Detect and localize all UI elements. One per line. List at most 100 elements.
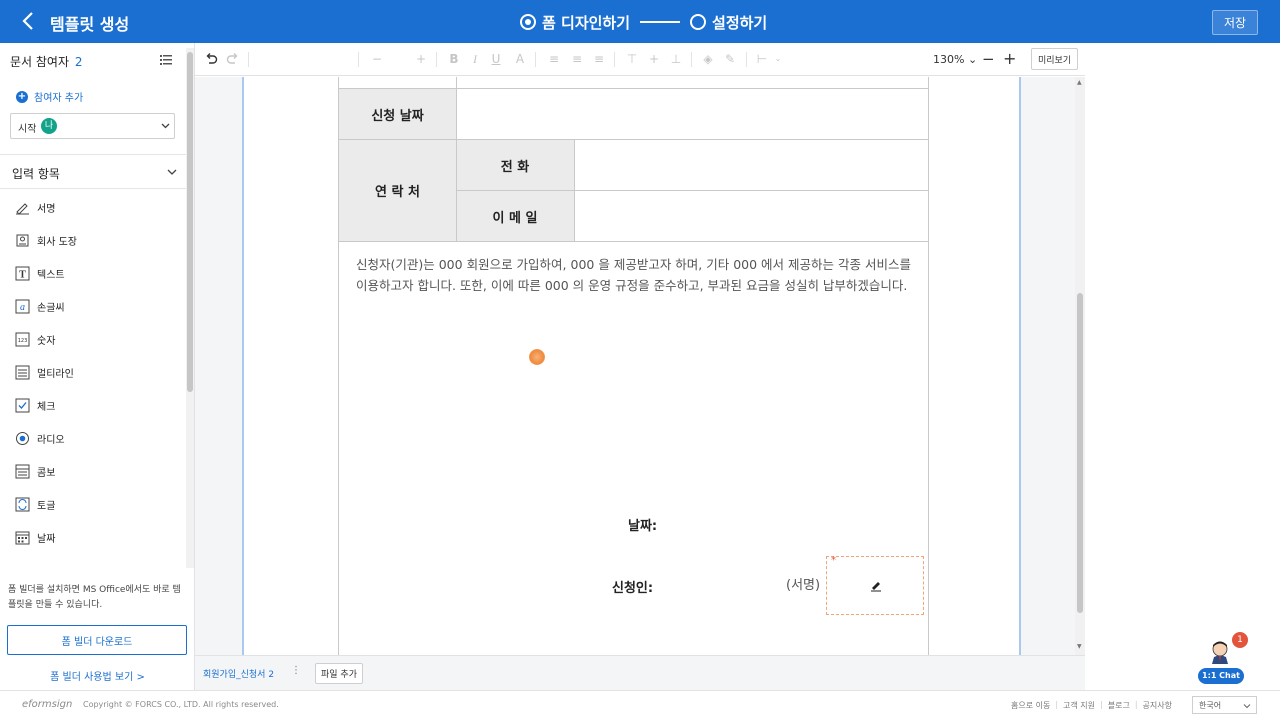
fill-color-icon[interactable]: ◈ [701, 52, 715, 66]
applicant-label: 신청인: [612, 581, 654, 596]
editor-toolbar: − + B I U A ≡ ≡ ≡ ⊤ + ⊥ ◈ ✎ ⊢ ⌄ 130% ⌄ −… [195, 43, 1085, 76]
item-handwriting[interactable]: a 손글씨 [0, 290, 186, 323]
toggle-icon [15, 497, 30, 512]
form-builder-note: 폼 빌더를 설치하면 MS Office에서도 바로 템플릿을 만들 수 있습니… [8, 585, 181, 610]
left-sidebar: 문서 참여자 2 + 참여자 추가 시작 나 입력 항목 서명 회사 도장 T … [0, 43, 195, 690]
scroll-up-icon[interactable]: ▲ [1077, 79, 1082, 86]
table-bottom-rule [339, 241, 929, 242]
combo-icon [15, 464, 30, 479]
plus-circle-icon: + [16, 90, 28, 103]
page-title: 템플릿 생성 [50, 15, 130, 34]
zoom-value: 130% [933, 53, 965, 66]
form-builder-download-button[interactable]: 폼 빌더 다운로드 [7, 625, 187, 655]
item-number[interactable]: 123 숫자 [0, 323, 186, 356]
step-settings[interactable]: 설정하기 [712, 12, 767, 33]
footer-link-notice[interactable]: 공지사항 [1138, 700, 1177, 711]
toolbar-separator [614, 52, 615, 67]
save-button[interactable]: 저장 [1212, 10, 1258, 35]
chevron-down-icon[interactable] [167, 167, 177, 177]
chevron-down-icon: ⌄ [967, 53, 978, 66]
email-field[interactable] [574, 190, 929, 241]
footer-links: 홈으로 이동 | 고객 지원 | 블로그 | 공지사항 [1006, 700, 1177, 711]
align-center-icon[interactable]: ≡ [570, 52, 584, 66]
item-label: 토글 [37, 501, 56, 512]
item-toggle[interactable]: 토글 [0, 488, 186, 521]
scroll-down-icon[interactable]: ▼ [1077, 643, 1082, 650]
step-form-design[interactable]: 폼 디자인하기 [542, 12, 630, 33]
participants-header: 문서 참여자 2 [10, 53, 82, 70]
email-label: 이 메 일 [456, 190, 574, 241]
item-check[interactable]: 체크 [0, 389, 186, 422]
apply-date-field[interactable] [456, 88, 929, 139]
redo-icon[interactable] [226, 52, 240, 66]
font-color-icon[interactable]: A [513, 52, 527, 66]
sidebar-scrollbar[interactable] [186, 48, 194, 568]
list-icon[interactable] [160, 55, 172, 65]
back-arrow-icon[interactable] [18, 9, 40, 33]
stamp-icon [15, 233, 30, 248]
item-date[interactable]: 날짜 [0, 521, 186, 554]
table-vline [456, 77, 457, 241]
footer-link-blog[interactable]: 블로그 [1103, 700, 1135, 711]
text-icon: T [15, 266, 30, 281]
toolbar-separator [535, 52, 536, 67]
item-radio[interactable]: 라디오 [0, 422, 186, 455]
valign-middle-icon[interactable]: + [647, 52, 661, 66]
agent-avatar-icon [1212, 641, 1228, 664]
svg-text:a: a [20, 302, 25, 313]
language-select[interactable]: 한국어 [1192, 696, 1257, 714]
add-file-button[interactable]: 파일 추가 [315, 663, 363, 684]
undo-icon[interactable] [204, 52, 218, 66]
scrollbar-thumb[interactable] [1077, 293, 1083, 613]
canvas-scrollbar[interactable]: ▲ ▼ [1075, 77, 1085, 655]
step-connector [640, 21, 681, 23]
footer-link-support[interactable]: 고객 지원 [1058, 700, 1100, 711]
toolbar-separator [691, 52, 692, 67]
item-signature[interactable]: 서명 [0, 191, 186, 224]
chevron-down-icon[interactable]: ⌄ [771, 52, 785, 66]
footer-link-home[interactable]: 홈으로 이동 [1006, 700, 1055, 711]
item-label: 텍스트 [37, 270, 65, 281]
item-combo[interactable]: 콤보 [0, 455, 186, 488]
input-items-title[interactable]: 입력 항목 [12, 165, 60, 182]
phone-field[interactable] [574, 139, 929, 190]
preview-button[interactable]: 미리보기 [1031, 48, 1078, 70]
item-text[interactable]: T 텍스트 [0, 257, 186, 290]
valign-top-icon[interactable]: ⊤ [625, 52, 639, 66]
file-tab[interactable]: 회원가입_신청서 2 [203, 667, 274, 680]
input-item-list: 서명 회사 도장 T 텍스트 a 손글씨 123 숫자 멀티라인 체크 라디오 … [0, 191, 186, 563]
valign-bottom-icon[interactable]: ⊥ [669, 52, 683, 66]
border-style-icon[interactable]: ⊢ [755, 52, 769, 66]
item-company-stamp[interactable]: 회사 도장 [0, 224, 186, 257]
underline-icon[interactable]: U [489, 52, 503, 66]
item-label: 숫자 [37, 336, 56, 347]
align-left-icon[interactable]: ≡ [547, 52, 561, 66]
calendar-icon [15, 530, 30, 545]
item-multiline[interactable]: 멀티라인 [0, 356, 186, 389]
zoom-in-icon[interactable]: + [1003, 49, 1016, 68]
toolbar-separator [746, 52, 747, 67]
zoom-select[interactable]: 130% ⌄ [933, 53, 977, 66]
add-participant-button[interactable]: + 참여자 추가 [16, 89, 83, 104]
number-icon: 123 [15, 332, 30, 347]
more-options-icon[interactable]: ⋮ [291, 665, 301, 676]
zoom-out-icon[interactable]: − [982, 50, 995, 68]
toolbar-separator [358, 52, 359, 67]
bold-icon[interactable]: B [447, 52, 461, 66]
scrollbar-thumb[interactable] [187, 52, 193, 392]
divider [0, 154, 186, 155]
svg-text:T: T [19, 270, 26, 281]
signature-field[interactable]: * [826, 555, 924, 615]
border-color-icon[interactable]: ✎ [723, 52, 737, 66]
page-guide-right [1019, 77, 1021, 655]
italic-icon[interactable]: I [468, 52, 482, 66]
font-size-decrease-icon[interactable]: − [370, 52, 384, 66]
multiline-icon [15, 365, 30, 380]
align-right-icon[interactable]: ≡ [592, 52, 606, 66]
form-builder-howto-link[interactable]: 폼 빌더 사용법 보기 > [0, 668, 195, 683]
contact-label: 연 락 처 [339, 139, 456, 241]
font-size-increase-icon[interactable]: + [414, 52, 428, 66]
item-label: 라디오 [37, 435, 65, 446]
chat-widget[interactable]: 1 1:1 Chat [1196, 632, 1248, 686]
participant-select[interactable]: 시작 나 [10, 113, 175, 139]
